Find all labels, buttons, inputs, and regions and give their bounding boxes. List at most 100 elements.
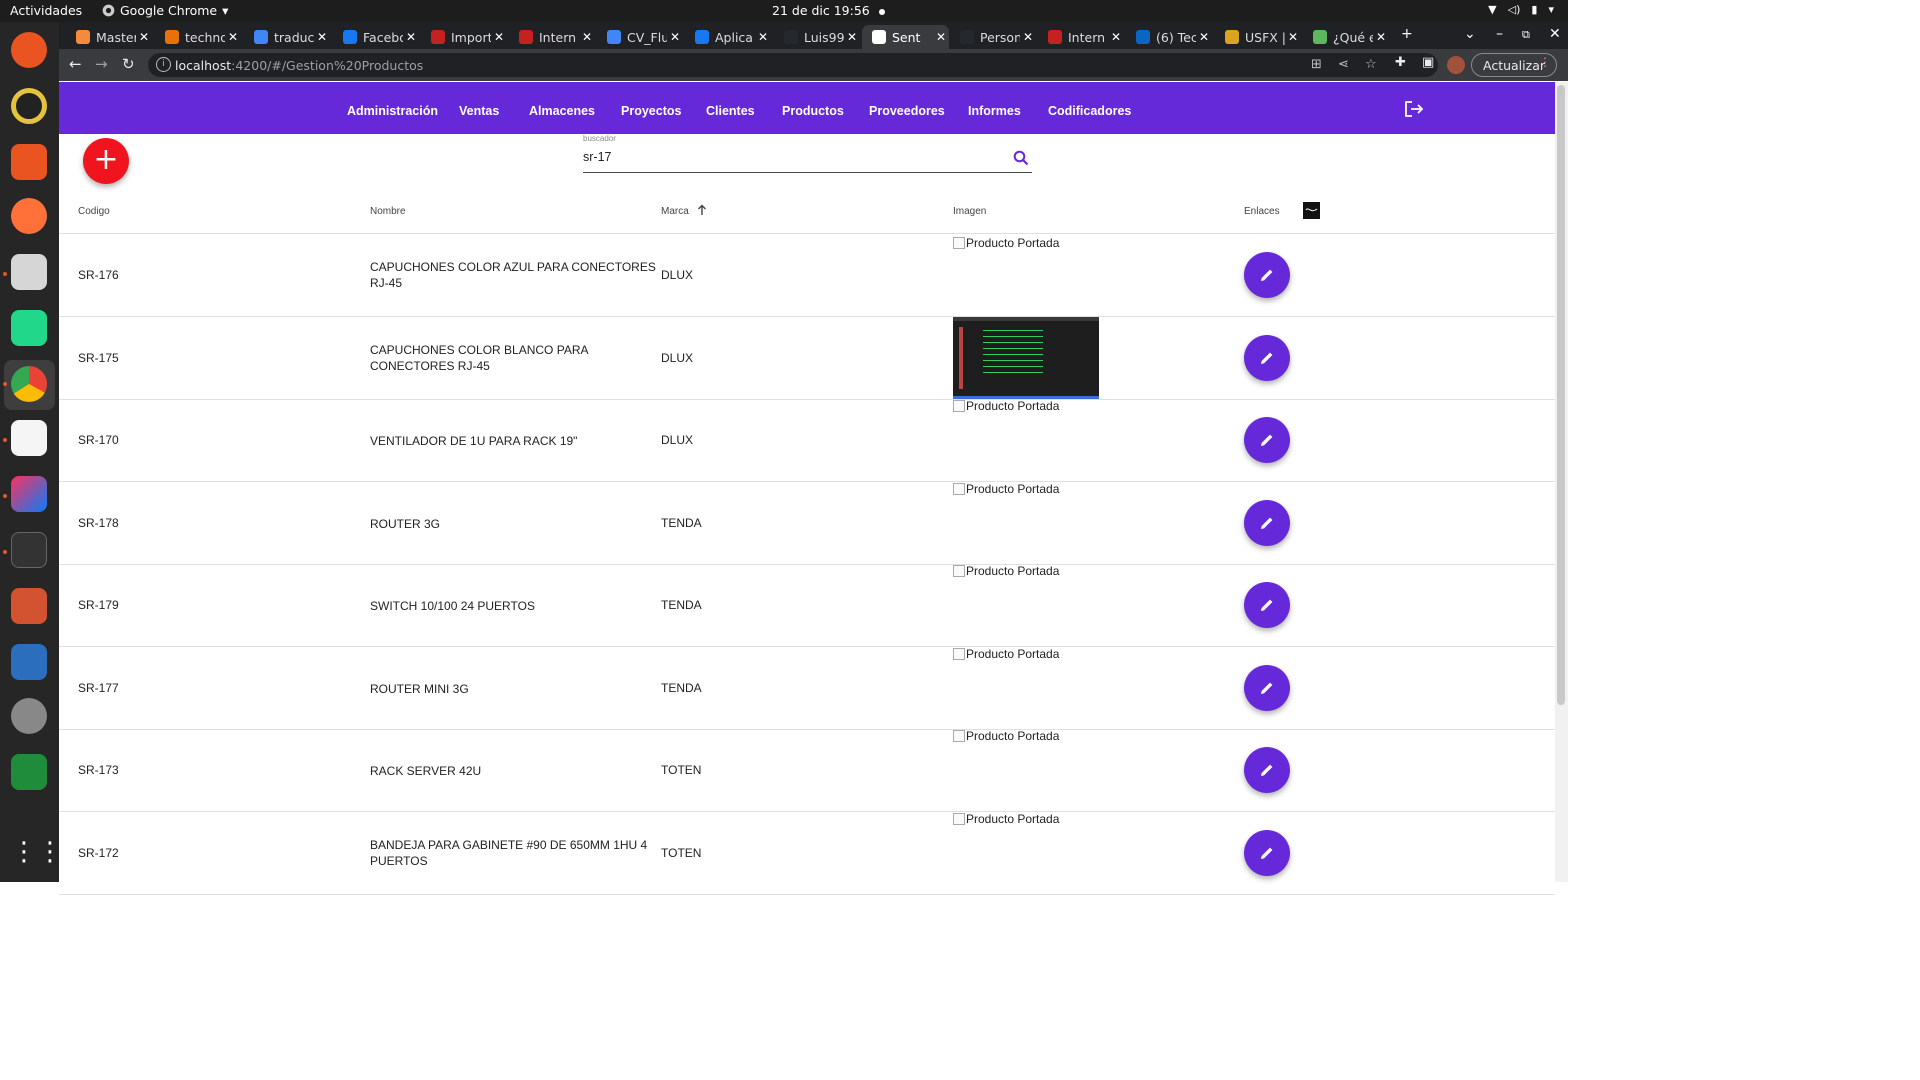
pycharm-icon[interactable] [11,310,47,346]
edit-product-button[interactable] [1244,252,1290,298]
nav-administracion[interactable]: Administración [347,104,438,118]
nav-almacenes[interactable]: Almacenes [529,104,595,118]
share-icon[interactable]: ⋖ [1338,57,1349,72]
browser-tab[interactable]: Aplica ✕ [685,25,771,49]
impress-icon[interactable] [11,588,47,624]
nav-informes[interactable]: Informes [968,104,1021,118]
tab-close-icon[interactable]: ✕ [1373,30,1389,44]
tab-close-icon[interactable]: ✕ [1285,30,1301,44]
reload-button[interactable]: ↻ [122,55,135,73]
browser-tab[interactable]: (6) Tec ✕ [1126,25,1212,49]
browser-tab[interactable]: CV_Flu ✕ [597,25,683,49]
site-info-icon[interactable]: i [156,57,171,72]
tab-title: Intern [1068,29,1106,45]
search-input[interactable]: sr-17 [583,150,611,164]
edit-product-button[interactable] [1244,829,1290,876]
firefox-icon[interactable] [11,198,47,234]
show-apps-icon[interactable]: ⋮⋮ [11,834,63,870]
document-viewer-icon[interactable] [11,420,47,456]
browser-tab[interactable]: Luis99 ✕ [774,25,860,49]
edit-product-button[interactable] [1244,499,1290,546]
nav-proveedores[interactable]: Proveedores [869,104,945,118]
product-brand: DLUX [661,433,694,447]
new-tab-button[interactable]: + [1401,26,1413,42]
back-button[interactable]: ← [69,55,82,73]
nav-proyectos[interactable]: Proyectos [621,104,681,118]
software-center-icon[interactable] [11,144,47,180]
edit-product-button[interactable] [1244,334,1290,381]
tab-close-icon[interactable]: ✕ [933,30,949,44]
app-menu[interactable]: Google Chrome ▾ [102,3,228,18]
page-scrollbar[interactable] [1555,82,1568,882]
header-nombre[interactable]: Nombre [370,206,406,217]
browser-tab[interactable]: technol✕ [155,25,241,49]
edit-product-button[interactable] [1244,417,1290,463]
tab-close-icon[interactable]: ✕ [667,30,683,44]
clock[interactable]: 21 de dic 19:56 [772,3,885,18]
caret-down-icon: ▾ [222,3,229,18]
browser-tab[interactable]: Intern ✕ [509,25,595,49]
browser-tab[interactable]: traduct✕ [244,25,330,49]
edit-product-button[interactable] [1244,664,1290,711]
browser-tab[interactable]: Master ✕ [66,25,152,49]
export-icon[interactable] [1303,202,1320,219]
tab-close-icon[interactable]: ✕ [844,30,860,44]
side-panel-icon[interactable]: ▣ [1422,55,1434,70]
chrome-dock-icon[interactable] [11,366,47,402]
add-product-button[interactable]: + [83,138,129,184]
system-tray[interactable]: ▼ ◁) ▮ ▾ [1488,3,1554,16]
browser-tab[interactable]: Sent ✕ [862,25,949,49]
header-codigo[interactable]: Codigo [78,206,110,217]
tab-close-icon[interactable]: ✕ [1196,30,1212,44]
edit-product-button[interactable] [1244,747,1290,793]
tab-search-button[interactable]: ⌄ [1464,26,1476,42]
tab-close-icon[interactable]: ✕ [1020,30,1036,44]
tab-close-icon[interactable]: ✕ [136,30,152,44]
more-menu-icon[interactable]: ⋮ [1539,55,1551,69]
search-icon[interactable] [1013,150,1029,166]
address-bar[interactable]: i localhost:4200/#/Gestion%20Productos ⊞… [148,53,1438,77]
tab-favicon-icon [254,30,268,44]
nav-clientes[interactable]: Clientes [706,104,755,118]
close-window-button[interactable]: ✕ [1549,26,1561,42]
calc-icon[interactable] [11,754,47,790]
translate-icon[interactable]: ⊞ [1311,57,1322,72]
bookmark-star-icon[interactable]: ☆ [1365,57,1377,72]
browser-tab[interactable]: USFX | ✕ [1215,25,1301,49]
profile-avatar[interactable] [1447,56,1465,74]
sort-ascending-icon[interactable] [697,204,707,216]
tab-close-icon[interactable]: ✕ [491,30,507,44]
files-icon[interactable] [11,254,47,290]
logout-icon[interactable] [1404,100,1424,118]
browser-tab[interactable]: Person ✕ [950,25,1036,49]
nav-ventas[interactable]: Ventas [459,104,499,118]
search-tool-icon[interactable] [11,698,47,734]
tab-close-icon[interactable]: ✕ [1108,30,1124,44]
writer-icon[interactable] [11,644,47,680]
activities-button[interactable]: Actividades [10,3,82,18]
nav-codificadores[interactable]: Codificadores [1048,104,1131,118]
table-row: SR-172 BANDEJA PARA GABINETE #90 DE 650MM… [59,812,1555,895]
ubuntu-logo-icon[interactable] [11,32,47,68]
nav-productos[interactable]: Productos [782,104,844,118]
browser-tab[interactable]: Facebo ✕ [333,25,419,49]
maximize-button[interactable]: ⧉ [1522,28,1530,42]
browser-tab[interactable]: Intern ✕ [1038,25,1124,49]
edit-product-button[interactable] [1244,582,1290,628]
rhythmbox-icon[interactable] [11,88,47,124]
terminal-icon[interactable] [11,532,47,568]
tab-favicon-icon [165,30,179,44]
header-marca[interactable]: Marca [661,206,689,217]
browser-tab[interactable]: ¿Qué e ✕ [1303,25,1389,49]
tab-close-icon[interactable]: ✕ [314,30,330,44]
minimize-button[interactable]: – [1496,26,1503,42]
tab-close-icon[interactable]: ✕ [755,30,771,44]
tab-close-icon[interactable]: ✕ [225,30,241,44]
tab-close-icon[interactable]: ✕ [579,30,595,44]
extensions-icon[interactable]: ✚ [1395,55,1406,70]
forward-button[interactable]: → [95,55,108,73]
intellij-icon[interactable] [11,476,47,512]
tab-close-icon[interactable]: ✕ [403,30,419,44]
browser-tab[interactable]: Import ✕ [421,25,507,49]
scrollbar-thumb[interactable] [1557,85,1565,705]
